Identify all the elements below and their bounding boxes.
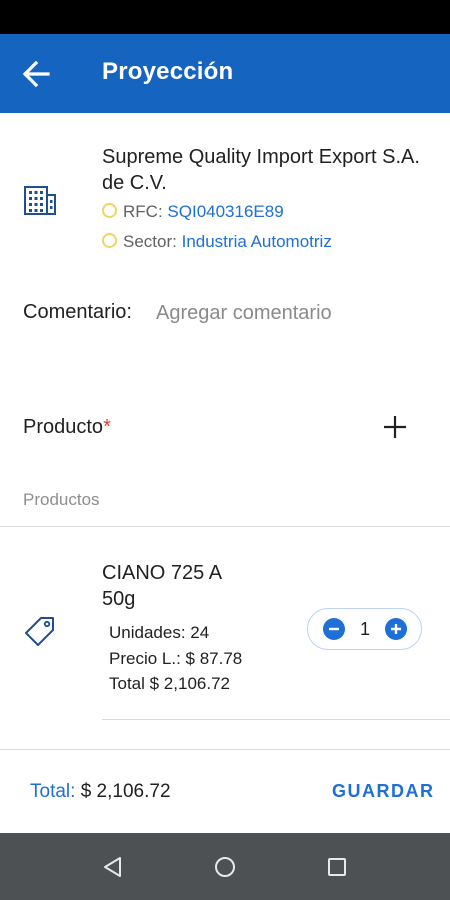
save-button[interactable]: GUARDAR	[322, 776, 445, 806]
sector-value: Industria Automotriz	[181, 232, 332, 251]
page-title: Proyección	[102, 58, 234, 85]
nav-home-button[interactable]	[211, 853, 239, 881]
company-name: Supreme Quality Import Export S.A. de C.…	[102, 146, 420, 194]
rfc-label: RFC:	[123, 202, 163, 221]
footer-total: Total: $ 2,106.72	[30, 781, 171, 803]
system-nav-bar	[0, 833, 450, 900]
nav-back-button[interactable]	[99, 853, 127, 881]
rfc-row: RFC: SQI040316E89	[102, 202, 284, 222]
required-mark: *	[103, 416, 111, 438]
product-total: Total $ 2,106.72	[109, 674, 230, 693]
divider	[102, 719, 450, 720]
product-field-label: Producto*	[23, 416, 111, 439]
back-button[interactable]	[18, 56, 58, 92]
bottom-action-bar: Total: $ 2,106.72 GUARDAR	[0, 750, 450, 832]
product-price: Precio L.: $ 87.78	[109, 649, 243, 668]
status-circle-icon	[102, 203, 117, 218]
product-units: Unidades: 24	[109, 623, 210, 642]
building-icon	[22, 182, 58, 218]
list-item[interactable]: CIANO 725 A 50g Unidades: 24 Precio L.: …	[0, 527, 450, 719]
increment-button[interactable]	[385, 618, 407, 640]
tag-icon	[22, 613, 58, 649]
product-name: CIANO 725 A 50g	[102, 562, 221, 610]
minus-circle-icon	[323, 618, 345, 640]
app-bar: Proyección	[0, 34, 450, 113]
nav-recents-square-icon	[328, 858, 346, 876]
decrement-button[interactable]	[323, 618, 345, 640]
sector-label: Sector:	[123, 232, 177, 251]
status-bar	[0, 0, 450, 34]
status-circle-icon	[102, 233, 117, 248]
footer-total-value: $ 2,106.72	[80, 781, 171, 802]
nav-back-triangle-icon	[104, 857, 121, 877]
quantity-value: 1	[359, 619, 370, 639]
nav-recents-button[interactable]	[323, 853, 351, 881]
products-section-header: Productos	[23, 490, 100, 509]
rfc-value: SQI040316E89	[167, 202, 284, 221]
sector-row: Sector: Industria Automotriz	[102, 232, 332, 252]
comment-input[interactable]	[156, 299, 426, 327]
comment-label: Comentario:	[23, 301, 132, 323]
arrow-left-icon	[22, 60, 50, 88]
quantity-stepper: 1	[307, 608, 422, 650]
footer-total-label: Total:	[30, 781, 76, 802]
add-product-button[interactable]	[378, 410, 412, 444]
product-label-text: Producto	[23, 416, 104, 438]
nav-home-circle-icon	[215, 857, 235, 877]
plus-icon	[384, 416, 406, 438]
plus-circle-icon	[385, 618, 407, 640]
